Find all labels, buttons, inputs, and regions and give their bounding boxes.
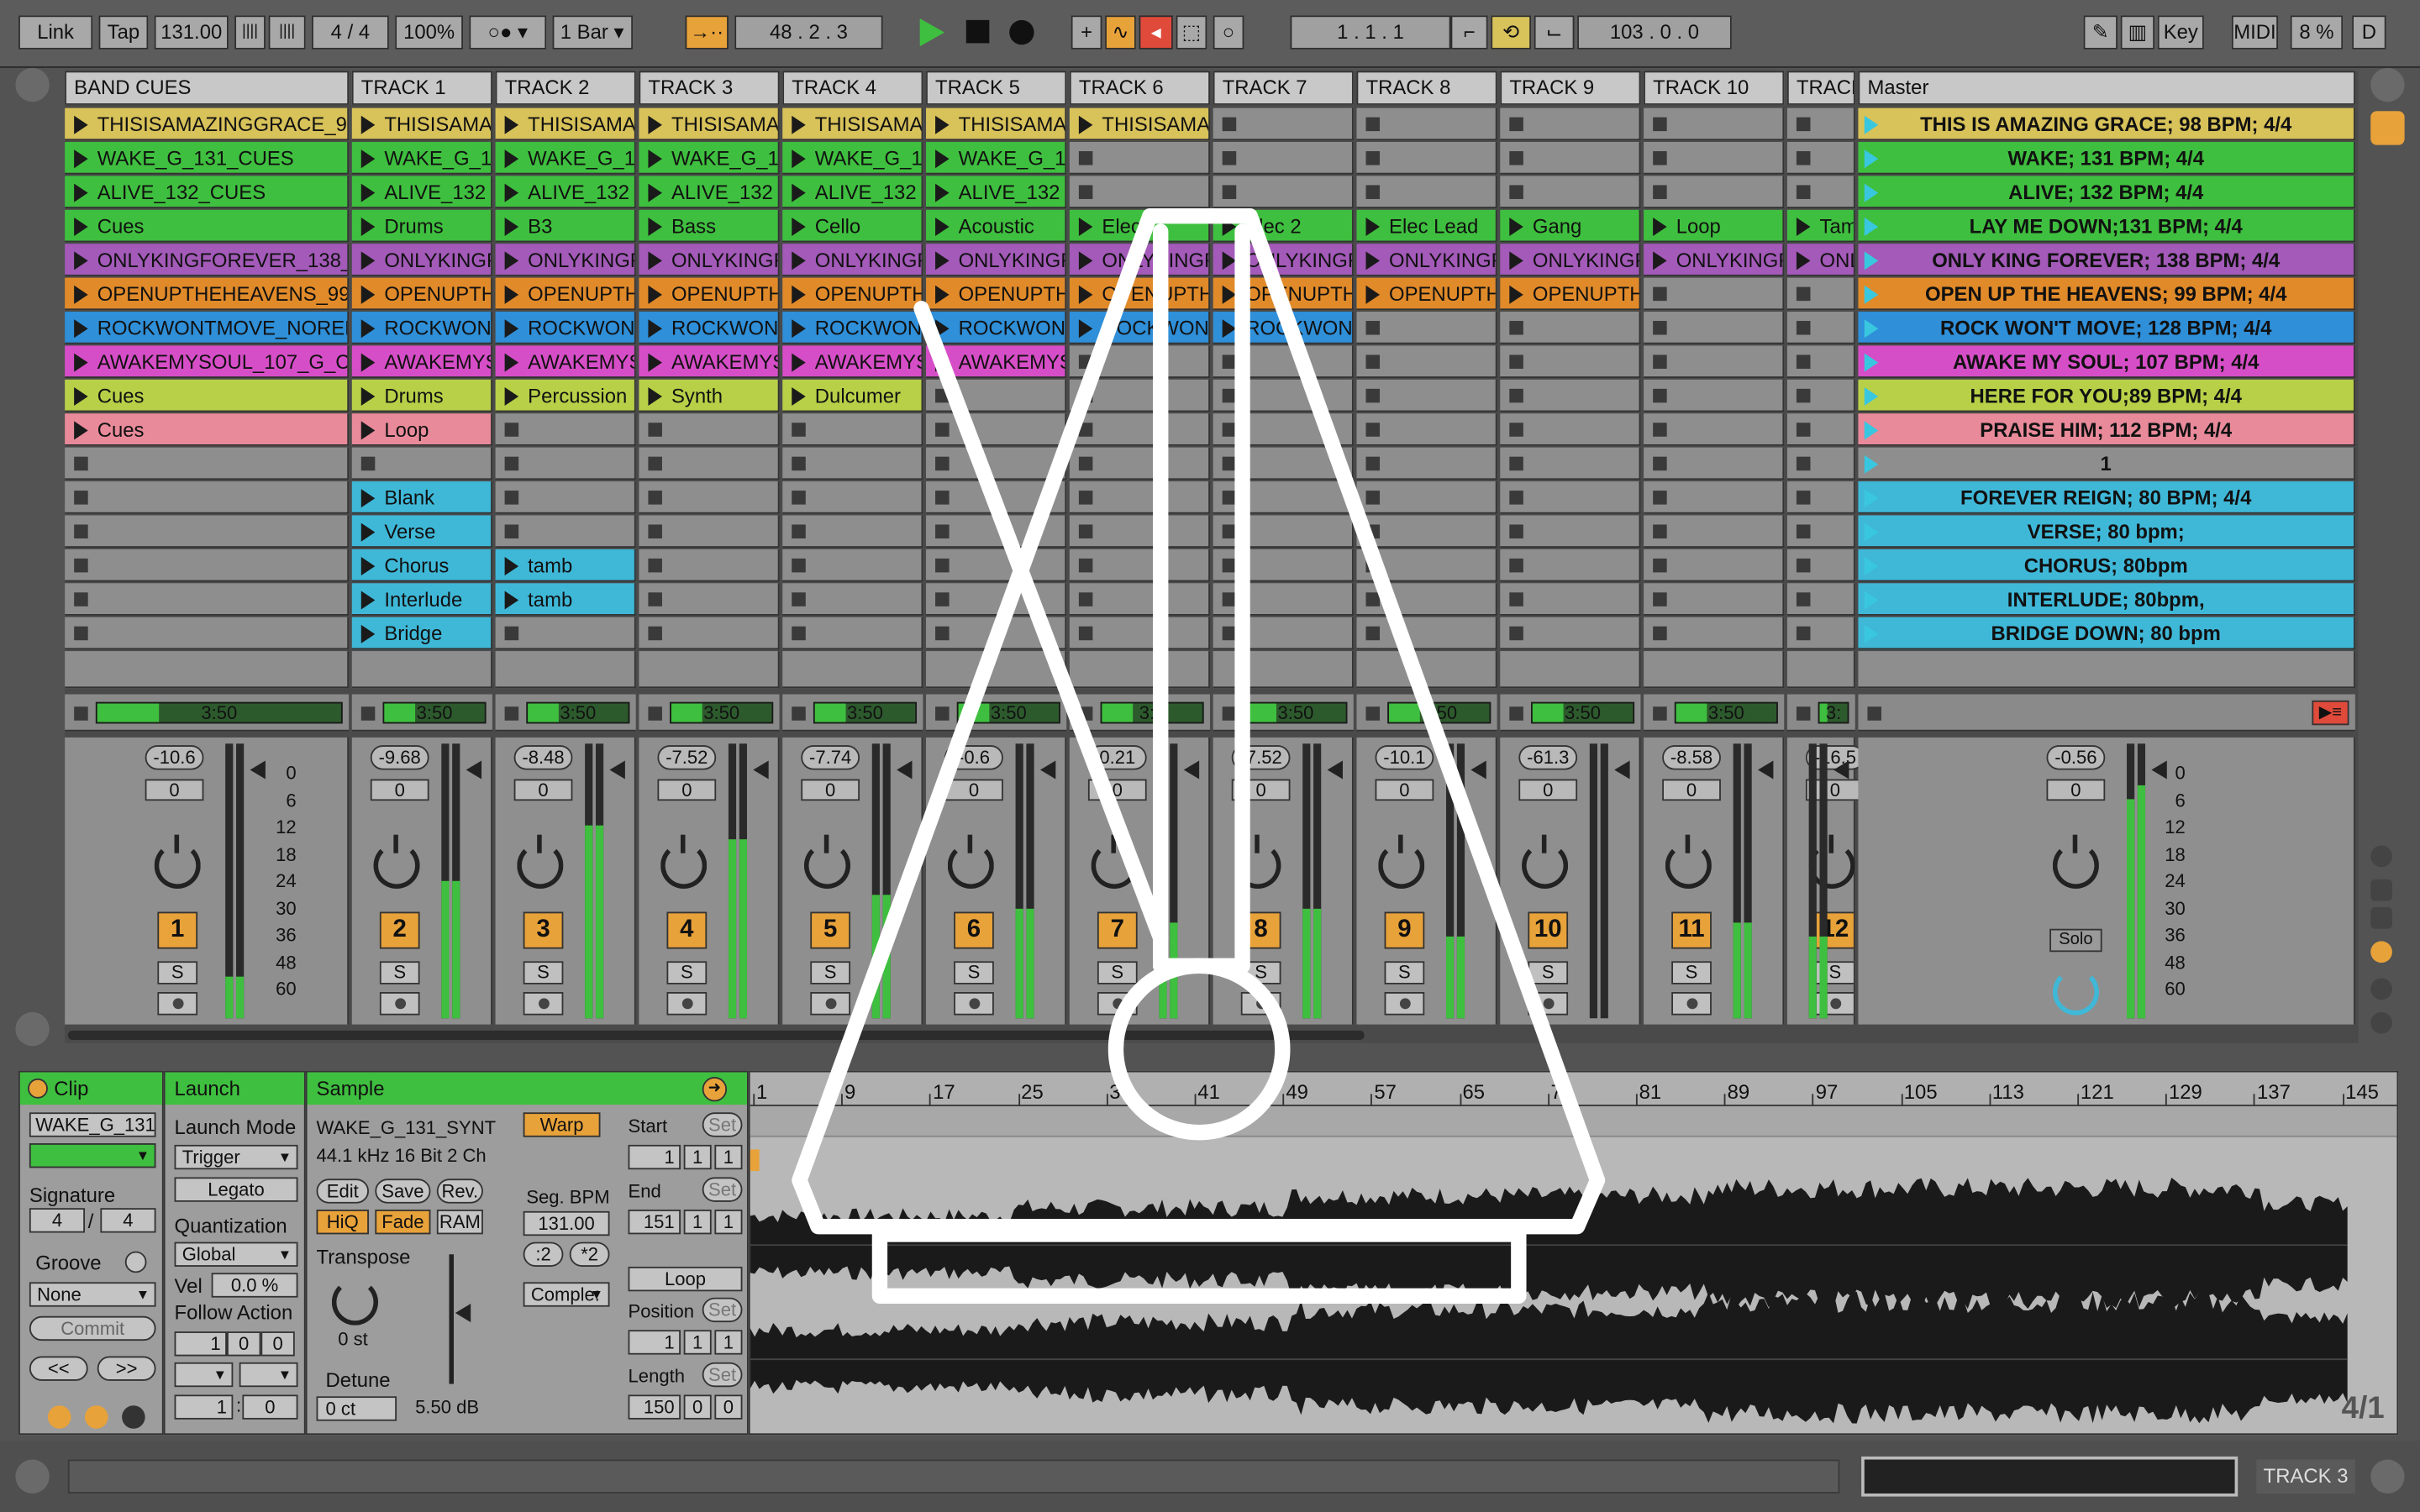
live-window: Link Tap 131.00 |||| |||| 4 / 4 100% ○● …	[0, 0, 2420, 1512]
metronome-overlay-icon	[792, 207, 1606, 1305]
